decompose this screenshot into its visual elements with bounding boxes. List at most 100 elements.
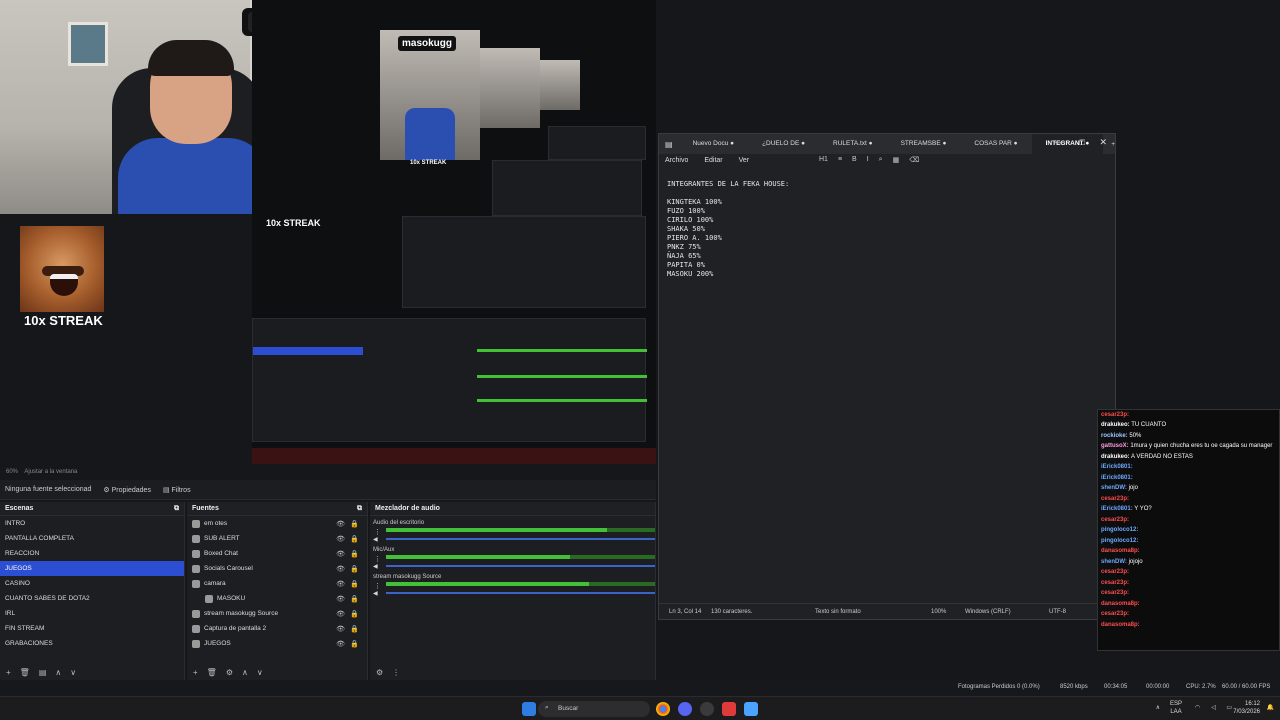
volume-slider[interactable]	[386, 538, 655, 540]
scene-item[interactable]: GRABACIONES	[0, 636, 184, 651]
speaker-icon[interactable]: ◀	[373, 536, 378, 543]
line-ending[interactable]: Windows (CRLF)	[965, 609, 1011, 615]
wifi-icon[interactable]: ◠	[1195, 704, 1200, 711]
doc-text-area[interactable]: INTEGRANTES DE LA FEKA HOUSE: KINGTEKA 10…	[667, 180, 789, 279]
source-item[interactable]: stream masokugg Source 👁 🔒	[187, 606, 367, 621]
visibility-eye-icon[interactable]: 👁	[336, 625, 345, 633]
fit-window-option[interactable]: Ajustar a la ventana	[24, 469, 77, 475]
source-item[interactable]: camara 👁 🔒	[187, 576, 367, 591]
taskbar-search[interactable]: ⌕ Buscar	[538, 701, 650, 717]
source-item[interactable]: JUEGOS 👁 🔒	[187, 636, 367, 651]
doc-menu-item[interactable]: Archivo	[665, 157, 688, 165]
visibility-eye-icon[interactable]: 👁	[336, 595, 345, 603]
scene-item[interactable]: CASINO	[0, 576, 184, 591]
doc-menu-item[interactable]: Editar	[704, 157, 722, 165]
close-icon[interactable]: ✕	[1099, 137, 1107, 148]
doc-tab[interactable]: INTEGRANT ●	[1031, 134, 1104, 154]
doc-tab[interactable]: ¿DUELO DE ●	[748, 134, 819, 154]
visibility-eye-icon[interactable]: 👁	[336, 550, 345, 558]
source-item[interactable]: em otes 👁 🔒	[187, 516, 367, 531]
format-button[interactable]: ▦	[893, 156, 900, 164]
scene-item[interactable]: CUANTO SABES DE DOTA2	[0, 591, 184, 606]
source-item[interactable]: Captura de pantalla 2 👁 🔒	[187, 621, 367, 636]
chrome-icon[interactable]	[656, 702, 670, 716]
channel-menu-icon[interactable]: ⋮	[374, 582, 381, 590]
battery-icon[interactable]: ▭	[1226, 704, 1232, 711]
format-button[interactable]: ⌫	[909, 156, 919, 164]
doc-tab[interactable]: STREAMSBE ●	[887, 134, 961, 154]
doc-tab[interactable]: COSAS PAR ●	[960, 134, 1031, 154]
encoding[interactable]: UTF-8	[1049, 609, 1066, 615]
format-button[interactable]: ⌕	[879, 156, 883, 164]
doc-tab[interactable]: RULETA.txt ●	[819, 134, 887, 154]
scene-item[interactable]: JUEGOS	[0, 561, 184, 576]
source-item[interactable]: MASOKU 👁 🔒	[187, 591, 367, 606]
tray-chevron-icon[interactable]: ∧	[1156, 704, 1160, 711]
dock-menu-icon[interactable]: ⧉	[174, 505, 179, 512]
move-down-icon[interactable]: ∨	[257, 668, 263, 678]
mixer-settings-icon[interactable]: ⚙	[376, 668, 383, 678]
add-scene-icon[interactable]: +	[6, 668, 11, 678]
lock-icon[interactable]: 🔒	[350, 535, 359, 543]
format-button[interactable]: ≡	[838, 156, 842, 164]
scene-item[interactable]: FIN STREAM	[0, 621, 184, 636]
source-item[interactable]: Socials Carousel 👁 🔒	[187, 561, 367, 576]
format-button[interactable]: B	[852, 156, 857, 164]
scene-item[interactable]: INTRO	[0, 516, 184, 531]
visibility-eye-icon[interactable]: 👁	[336, 580, 345, 588]
lock-icon[interactable]: 🔒	[350, 610, 359, 618]
visibility-eye-icon[interactable]: 👁	[336, 520, 345, 528]
lock-icon[interactable]: 🔒	[350, 520, 359, 528]
clock[interactable]: 16:12 7/03/2026	[1233, 700, 1260, 716]
lock-icon[interactable]: 🔒	[350, 565, 359, 573]
visibility-eye-icon[interactable]: 👁	[336, 565, 345, 573]
notification-icon[interactable]: 🔔	[1267, 704, 1274, 711]
lock-icon[interactable]: 🔒	[350, 625, 359, 633]
visibility-eye-icon[interactable]: 👁	[336, 610, 345, 618]
doc-zoom[interactable]: 100%	[931, 609, 946, 615]
doc-menu-item[interactable]: Ver	[739, 157, 750, 165]
add-source-icon[interactable]: +	[193, 668, 198, 678]
channel-menu-icon[interactable]: ⋮	[374, 555, 381, 563]
move-up-icon[interactable]: ∧	[242, 668, 248, 678]
properties-button[interactable]: ⚙ Propiedades	[103, 486, 151, 494]
visibility-eye-icon[interactable]: 👁	[336, 535, 345, 543]
map-pin-icon[interactable]	[722, 702, 736, 716]
speaker-icon[interactable]: ◀	[373, 563, 378, 570]
discord-icon[interactable]	[678, 702, 692, 716]
lock-icon[interactable]: 🔒	[350, 640, 359, 648]
lock-icon[interactable]: 🔒	[350, 580, 359, 588]
filters-button[interactable]: ▤ Filtros	[163, 486, 191, 494]
windows-start-icon[interactable]	[522, 702, 536, 716]
source-settings-icon[interactable]: ⚙	[226, 668, 233, 678]
maximize-icon[interactable]: □	[1080, 137, 1085, 147]
volume-slider[interactable]	[386, 592, 655, 594]
move-up-icon[interactable]: ∧	[55, 668, 61, 678]
format-button[interactable]: H1	[819, 156, 828, 164]
scene-item[interactable]: IRL	[0, 606, 184, 621]
remove-source-icon[interactable]: 🗑	[207, 668, 217, 678]
notepad-taskbar-icon[interactable]	[744, 702, 758, 716]
move-down-icon[interactable]: ∨	[70, 668, 76, 678]
mixer-menu-icon[interactable]: ⋮	[392, 668, 400, 678]
doc-tab[interactable]: Nuevo Docu ●	[679, 134, 749, 154]
scene-item[interactable]: REACCION	[0, 546, 184, 561]
source-item[interactable]: SUB ALERT 👁 🔒	[187, 531, 367, 546]
scene-item[interactable]: PANTALLA COMPLETA	[0, 531, 184, 546]
lock-icon[interactable]: 🔒	[350, 595, 359, 603]
speaker-icon[interactable]: ◀	[373, 590, 378, 597]
dock-menu-icon[interactable]: ⧉	[357, 505, 362, 512]
channel-menu-icon[interactable]: ⋮	[374, 528, 381, 536]
format-button[interactable]: I	[867, 156, 869, 164]
obs-preview[interactable]: masokugg 10x STREAK 10x STREAK	[252, 0, 656, 464]
source-item[interactable]: Boxed Chat 👁 🔒	[187, 546, 367, 561]
filter-scene-icon[interactable]: ▤	[39, 668, 47, 678]
lock-icon[interactable]: 🔒	[350, 550, 359, 558]
language-indicator[interactable]: ESP LAA	[1170, 700, 1182, 716]
volume-slider[interactable]	[386, 565, 655, 567]
visibility-eye-icon[interactable]: 👁	[336, 640, 345, 648]
remove-scene-icon[interactable]: 🗑	[20, 668, 30, 678]
volume-icon[interactable]: ◁	[1211, 704, 1216, 711]
obs-icon[interactable]	[700, 702, 714, 716]
zoom-level[interactable]: 60%	[6, 469, 18, 475]
